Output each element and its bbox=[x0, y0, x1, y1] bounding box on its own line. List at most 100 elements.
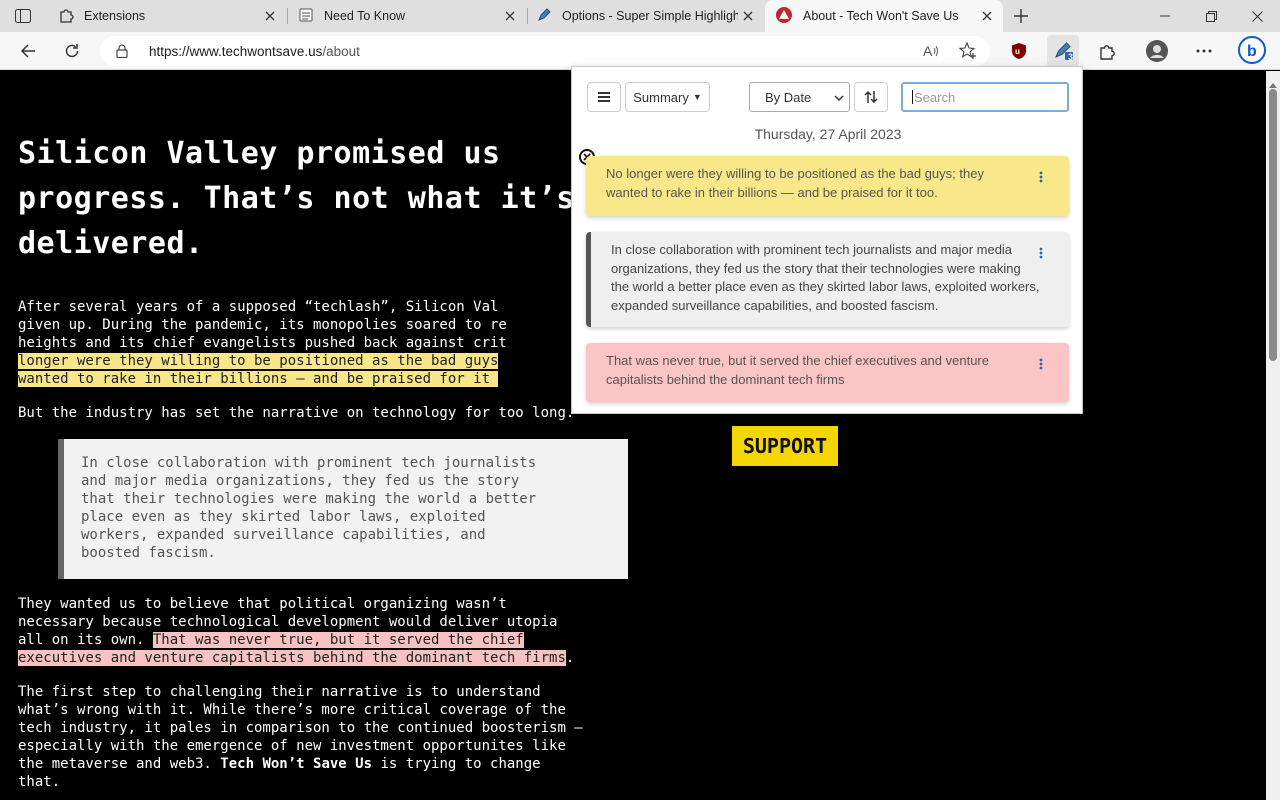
support-button[interactable]: SUPPORT bbox=[732, 426, 838, 466]
highlighter-icon bbox=[536, 7, 552, 26]
bing-chat-icon[interactable]: b bbox=[1236, 34, 1268, 66]
summary-dropdown[interactable]: Summary ▼ bbox=[625, 82, 710, 112]
refresh-button[interactable] bbox=[58, 37, 86, 65]
text-line: all on its own. bbox=[18, 632, 153, 648]
url-host: https://www.techwontsave.us bbox=[149, 44, 323, 59]
paragraph-organizing: They wanted us to believe that political… bbox=[18, 595, 574, 667]
podcast-name: Tech Won’t Save Us bbox=[220, 756, 373, 772]
highlight-card[interactable]: That was never true, but it served the c… bbox=[586, 343, 1069, 402]
text-line: that. bbox=[18, 774, 61, 790]
kebab-menu-icon[interactable] bbox=[1034, 355, 1048, 373]
scroll-thumb[interactable] bbox=[1269, 89, 1277, 361]
date-heading: Thursday, 27 April 2023 bbox=[754, 126, 902, 142]
minimize-button[interactable] bbox=[1142, 0, 1188, 32]
extension-badge-count: 3 bbox=[1068, 52, 1074, 62]
text-line: After several years of a supposed “techl… bbox=[18, 299, 499, 315]
settings-more-icon[interactable] bbox=[1190, 37, 1218, 65]
svg-text:A: A bbox=[923, 43, 933, 59]
highlighter-extension-button[interactable]: 3 bbox=[1047, 35, 1079, 67]
text-line: . bbox=[565, 650, 575, 666]
page-headline: Silicon Valley promised us progress. Tha… bbox=[18, 136, 575, 261]
highlight-card[interactable]: No longer were they willing to be positi… bbox=[586, 156, 1069, 216]
text-line: necessary because technological developm… bbox=[18, 614, 558, 630]
highlight-text: That was never true, but it served the c… bbox=[606, 353, 989, 387]
text-line: The first step to challenging their narr… bbox=[18, 684, 541, 700]
sort-arrows-icon bbox=[864, 90, 878, 104]
profile-avatar[interactable] bbox=[1143, 37, 1171, 65]
tab-actions-icon[interactable] bbox=[12, 6, 34, 26]
quote-line: that their technologies were making the … bbox=[81, 491, 537, 507]
text-line: given up. During the pandemic, its monop… bbox=[18, 317, 507, 333]
url-text[interactable]: https://www.techwontsave.us/about bbox=[149, 44, 360, 59]
paragraph-intro: After several years of a supposed “techl… bbox=[18, 298, 507, 388]
text-line: what’s wrong with it. While there’s more… bbox=[18, 702, 566, 718]
search-input[interactable]: Search bbox=[901, 82, 1069, 112]
svg-text:u: u bbox=[1015, 47, 1020, 56]
restore-button[interactable] bbox=[1188, 0, 1234, 32]
close-icon[interactable] bbox=[977, 6, 997, 26]
tab-title: About - Tech Won't Save Us bbox=[803, 9, 959, 23]
paragraph-first-step: The first step to challenging their narr… bbox=[18, 683, 583, 791]
highlight-card[interactable]: In close collaboration with prominent te… bbox=[586, 232, 1069, 327]
close-window-button[interactable] bbox=[1234, 0, 1280, 32]
browser-toolbar: https://www.techwontsave.us/about A u 3 … bbox=[0, 32, 1280, 70]
menu-button[interactable] bbox=[587, 82, 621, 112]
highlight-yellow[interactable]: longer were they willing to be positione… bbox=[18, 353, 499, 369]
read-aloud-icon[interactable]: A bbox=[920, 40, 942, 62]
tab-need-to-know[interactable]: Need To Know bbox=[288, 0, 526, 32]
highlight-text: In close collaboration with prominent te… bbox=[611, 242, 1040, 313]
highlight-red[interactable]: That was never true, but it served the c… bbox=[152, 632, 524, 648]
paragraph-narrative: But the industry has set the narrative o… bbox=[18, 405, 575, 421]
sort-label: By Date bbox=[765, 89, 812, 105]
text-line: especially with the emergence of new inv… bbox=[18, 738, 566, 754]
close-icon[interactable] bbox=[500, 6, 520, 26]
extensions-puzzle-icon[interactable] bbox=[1093, 37, 1121, 65]
search-placeholder: Search bbox=[914, 89, 956, 105]
tab-title: Need To Know bbox=[324, 9, 406, 23]
svg-text:b: b bbox=[1247, 43, 1257, 60]
tab-strip: Extensions Need To Know Options - Super … bbox=[0, 0, 1280, 32]
add-favorite-icon[interactable] bbox=[957, 40, 979, 62]
notepad-icon bbox=[298, 7, 314, 26]
highlight-yellow[interactable]: wanted to rake in their billions — and b… bbox=[18, 371, 499, 387]
quote-line: boosted fascism. bbox=[81, 545, 216, 561]
kebab-menu-icon[interactable] bbox=[1034, 168, 1048, 186]
new-tab-button[interactable] bbox=[1010, 5, 1032, 27]
text-cursor bbox=[912, 90, 913, 104]
url-path: /about bbox=[322, 44, 360, 59]
tab-options-highlighter[interactable]: Options - Super Simple Highlight bbox=[526, 0, 764, 32]
quote-line: workers, expanded surveillance capabilit… bbox=[81, 527, 486, 543]
ublock-icon[interactable]: u bbox=[1005, 37, 1033, 65]
back-button[interactable] bbox=[14, 37, 42, 65]
page-scrollbar[interactable] bbox=[1266, 71, 1280, 800]
chevron-down-icon bbox=[834, 91, 844, 106]
text-line: is trying to change bbox=[372, 756, 541, 772]
highlight-red[interactable]: executives and venture capitalists behin… bbox=[18, 650, 566, 666]
close-icon[interactable] bbox=[260, 6, 280, 26]
tab-about-tech-wont-save-us[interactable]: About - Tech Won't Save Us bbox=[765, 0, 1003, 32]
address-bar[interactable]: https://www.techwontsave.us/about A bbox=[100, 36, 990, 66]
highlighter-popup: Summary ▼ By Date Search Thursday, 27 Ap… bbox=[571, 66, 1083, 414]
close-icon[interactable] bbox=[738, 6, 758, 26]
tab-title: Options - Super Simple Highlight bbox=[562, 9, 738, 23]
summary-label: Summary bbox=[633, 89, 689, 105]
caret-down-icon: ▼ bbox=[692, 92, 702, 102]
quote-line: and major media organizations, they fed … bbox=[81, 473, 520, 489]
quote-line: place even as they skirted labor laws, e… bbox=[81, 509, 486, 525]
text-line: tech industry, it pales in comparison to… bbox=[18, 720, 583, 736]
highlight-text: No longer were they willing to be positi… bbox=[606, 166, 984, 200]
sort-select[interactable]: By Date bbox=[749, 82, 850, 112]
sort-direction-button[interactable] bbox=[854, 82, 888, 112]
site-logo-icon bbox=[775, 6, 793, 27]
lock-icon[interactable] bbox=[116, 44, 128, 63]
tab-title: Extensions bbox=[84, 9, 146, 23]
quote-line: In close collaboration with prominent te… bbox=[81, 455, 537, 471]
text-line: the metaverse and web3. bbox=[18, 756, 221, 772]
tab-extensions[interactable]: Extensions bbox=[48, 0, 286, 32]
text-line: heights and its chief evangelists pushed… bbox=[18, 335, 507, 351]
blockquote: In close collaboration with prominent te… bbox=[58, 439, 628, 579]
puzzle-icon bbox=[58, 7, 74, 26]
hamburger-icon bbox=[598, 92, 610, 102]
kebab-menu-icon[interactable] bbox=[1034, 244, 1048, 262]
text-line: They wanted us to believe that political… bbox=[18, 596, 507, 612]
